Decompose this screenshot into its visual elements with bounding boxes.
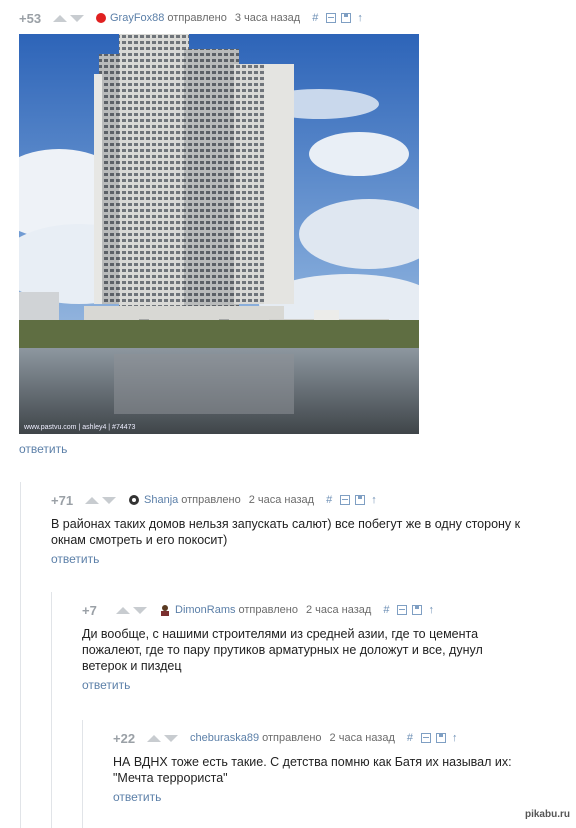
- rating: +7: [82, 602, 97, 618]
- avatar[interactable]: [96, 13, 106, 23]
- collapse-icon[interactable]: [340, 495, 351, 505]
- reply-link[interactable]: ответить: [113, 790, 161, 804]
- thread-line-level-1: [20, 482, 21, 828]
- save-icon[interactable]: [412, 605, 423, 615]
- permalink-icon[interactable]: #: [326, 494, 332, 506]
- reply-link[interactable]: ответить: [51, 552, 99, 566]
- downvote-icon[interactable]: [133, 606, 147, 614]
- timestamp[interactable]: 3 часа назад: [235, 12, 300, 24]
- comment-4: +22 cheburaska89 отправлено 2 часа назад…: [113, 730, 533, 805]
- collapse-icon[interactable]: [397, 605, 408, 615]
- upvote-icon[interactable]: [116, 606, 130, 614]
- comment-header: +7 DimonRams отправлено 2 часа назад # ↑: [82, 602, 522, 618]
- author-link[interactable]: GrayFox88: [110, 12, 164, 24]
- comment-2: +71 Shanja отправлено 2 часа назад # ↑ В…: [51, 492, 551, 567]
- parent-arrow-icon[interactable]: ↑: [371, 494, 377, 506]
- rating: +71: [51, 492, 74, 508]
- timestamp[interactable]: 2 часа назад: [330, 732, 395, 744]
- comment-photo[interactable]: www.pastvu.com | ashley4 | #74473: [19, 34, 419, 434]
- collapse-icon[interactable]: [421, 733, 432, 743]
- upvote-icon[interactable]: [53, 14, 67, 22]
- comment-header: +71 Shanja отправлено 2 часа назад # ↑: [51, 492, 551, 508]
- comment-text: В районах таких домов нельзя запускать с…: [51, 517, 521, 547]
- save-icon[interactable]: [436, 733, 447, 743]
- avatar[interactable]: [159, 604, 171, 616]
- save-icon[interactable]: [355, 495, 366, 505]
- comment-text: НА ВДНХ тоже есть такие. С детства помню…: [113, 755, 512, 785]
- timestamp[interactable]: 2 часа назад: [249, 494, 314, 506]
- comment-3: +7 DimonRams отправлено 2 часа назад # ↑…: [82, 602, 522, 693]
- sent-label: отправлено: [238, 604, 298, 616]
- author-link[interactable]: DimonRams: [175, 604, 236, 616]
- rating: +22: [113, 730, 136, 746]
- thread-line-level-3: [82, 720, 83, 828]
- parent-arrow-icon[interactable]: ↑: [428, 604, 434, 616]
- comment-1: +53 GrayFox88 отправлено 3 часа назад # …: [19, 10, 559, 26]
- sent-label: отправлено: [262, 732, 322, 744]
- comment-1-footer: ответить: [19, 438, 67, 456]
- save-icon[interactable]: [341, 13, 352, 23]
- timestamp[interactable]: 2 часа назад: [306, 604, 371, 616]
- collapse-icon[interactable]: [326, 13, 337, 23]
- photo-watermark: www.pastvu.com | ashley4 | #74473: [24, 424, 136, 431]
- downvote-icon[interactable]: [164, 734, 178, 742]
- avatar[interactable]: [128, 494, 140, 506]
- downvote-icon[interactable]: [102, 496, 116, 504]
- sent-label: отправлено: [167, 12, 227, 24]
- reply-link[interactable]: ответить: [19, 442, 67, 456]
- parent-arrow-icon[interactable]: ↑: [357, 12, 363, 24]
- comment-header: +22 cheburaska89 отправлено 2 часа назад…: [113, 730, 533, 746]
- permalink-icon[interactable]: #: [383, 604, 389, 616]
- author-link[interactable]: Shanja: [144, 494, 178, 506]
- upvote-icon[interactable]: [85, 496, 99, 504]
- thread-line-level-2: [51, 592, 52, 828]
- building-photo: [19, 34, 419, 434]
- site-logo: pikabu.ru: [524, 809, 570, 820]
- comment-header: +53 GrayFox88 отправлено 3 часа назад # …: [19, 10, 559, 26]
- rating: +53: [19, 10, 42, 26]
- permalink-icon[interactable]: #: [407, 732, 413, 744]
- comment-text: Ди вообще, с нашими строителями из средн…: [82, 627, 483, 673]
- author-link[interactable]: cheburaska89: [190, 732, 259, 744]
- parent-arrow-icon[interactable]: ↑: [452, 732, 458, 744]
- downvote-icon[interactable]: [70, 14, 84, 22]
- sent-label: отправлено: [181, 494, 241, 506]
- permalink-icon[interactable]: #: [312, 12, 318, 24]
- reply-link[interactable]: ответить: [82, 678, 130, 692]
- upvote-icon[interactable]: [147, 734, 161, 742]
